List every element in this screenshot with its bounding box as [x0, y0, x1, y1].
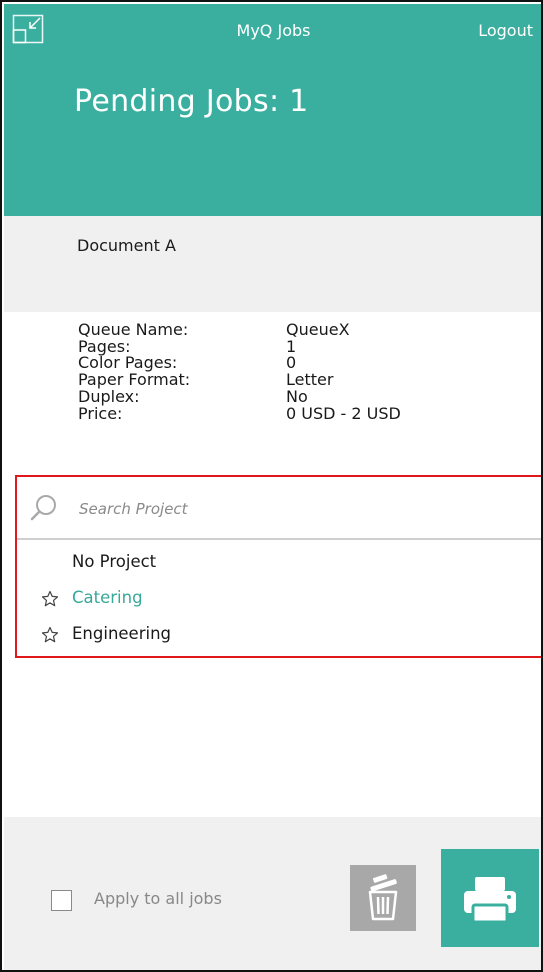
- print-job-button[interactable]: [441, 849, 539, 947]
- trash-icon: [368, 874, 398, 921]
- action-bar: Apply to all jobs: [4, 817, 541, 970]
- detail-label: Duplex:: [78, 386, 140, 406]
- document-header[interactable]: Document A: [4, 216, 541, 312]
- detail-row-price: Price: 0 USD - 2 USD: [78, 403, 401, 423]
- printer-icon: [464, 877, 516, 924]
- document-name: Document A: [77, 236, 176, 255]
- project-list: No Project Catering Engineering: [17, 545, 541, 653]
- project-item-no-project[interactable]: No Project: [17, 545, 541, 581]
- header: MyQ Jobs Logout Pending Jobs: 1: [4, 4, 541, 216]
- project-search-row: [17, 477, 541, 540]
- apply-all-checkbox[interactable]: [51, 890, 72, 911]
- page-title: Pending Jobs: 1: [74, 84, 309, 119]
- detail-row-duplex: Duplex: No: [78, 386, 401, 406]
- project-item-catering[interactable]: Catering: [17, 581, 541, 617]
- project-search-input[interactable]: [79, 495, 499, 523]
- project-item-engineering[interactable]: Engineering: [17, 617, 541, 653]
- app-frame: MyQ Jobs Logout Pending Jobs: 1 Document…: [0, 0, 543, 972]
- app-title: MyQ Jobs: [236, 21, 311, 40]
- project-label: Engineering: [72, 624, 171, 643]
- star-icon[interactable]: [41, 626, 59, 644]
- project-selector: No Project Catering Engineering: [15, 475, 541, 658]
- detail-value: No: [286, 386, 308, 406]
- project-label: No Project: [72, 552, 157, 571]
- detail-value: 0 USD - 2 USD: [286, 403, 401, 423]
- logout-link[interactable]: Logout: [478, 21, 533, 40]
- detail-label: Price:: [78, 403, 123, 423]
- delete-job-button[interactable]: [350, 865, 416, 931]
- search-icon: [30, 495, 56, 521]
- apply-all-label[interactable]: Apply to all jobs: [94, 889, 222, 908]
- project-label: Catering: [72, 588, 143, 607]
- job-details: Queue Name: QueueX Pages: 1 Color Pages:…: [78, 321, 401, 423]
- star-icon[interactable]: [41, 590, 59, 608]
